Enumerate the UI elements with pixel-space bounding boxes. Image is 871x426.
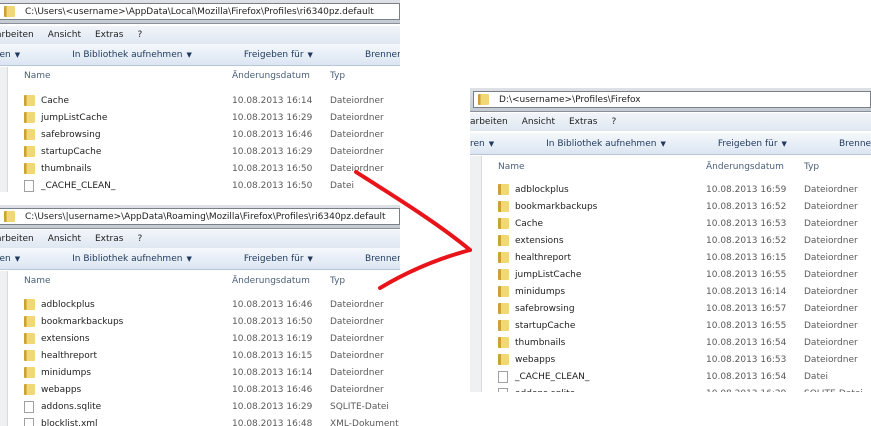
- red-arrow-annotation: [354, 170, 472, 290]
- arrow-stroke-upper: [354, 170, 472, 252]
- arrow-stroke-lower: [378, 248, 472, 290]
